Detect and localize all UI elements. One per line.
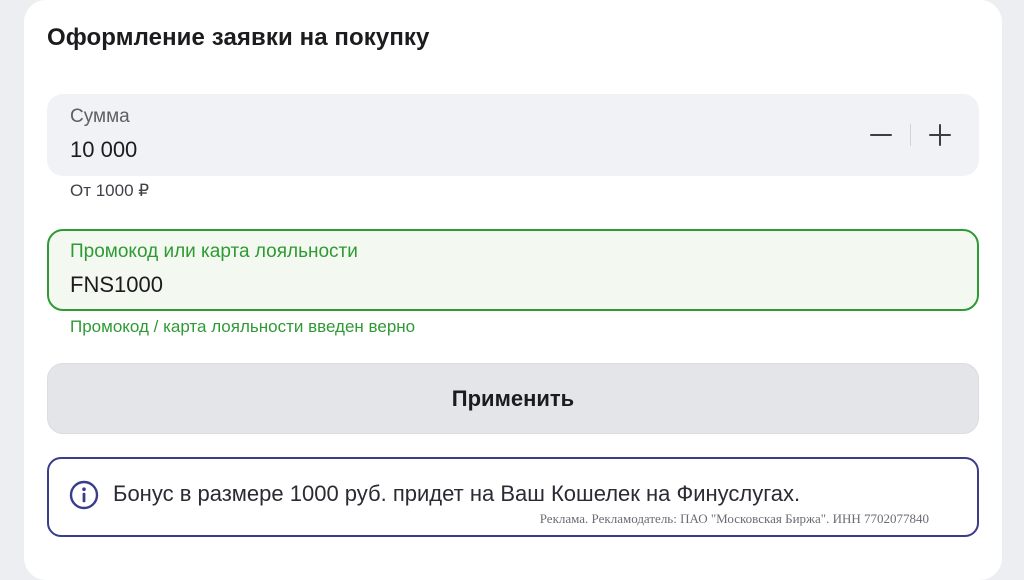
promo-code-field[interactable]: Промокод или карта лояльности FNS1000 (47, 229, 979, 311)
promo-code-status: Промокод / карта лояльности введен верно (70, 317, 416, 336)
increment-button[interactable] (923, 116, 957, 154)
bonus-info-box: Бонус в размере 1000 руб. придет на Ваш … (47, 457, 979, 537)
promo-code-label: Промокод или карта лояльности (70, 241, 358, 262)
page-title: Оформление заявки на покупку (47, 24, 430, 51)
minus-icon (870, 134, 892, 136)
stepper-divider (910, 124, 911, 146)
bonus-text: Бонус в размере 1000 руб. придет на Ваш … (113, 481, 801, 506)
apply-button[interactable]: Применить (47, 363, 979, 434)
info-icon (69, 480, 99, 510)
amount-label: Сумма (70, 106, 130, 127)
promo-code-input[interactable]: FNS1000 (70, 272, 163, 298)
amount-stepper (864, 116, 957, 154)
amount-field[interactable]: Сумма 10 000 (47, 94, 979, 176)
ad-disclaimer: Реклама. Рекламодатель: ПАО "Московская … (539, 511, 929, 526)
amount-input[interactable]: 10 000 (70, 137, 137, 163)
decrement-button[interactable] (864, 116, 898, 154)
amount-hint: От 1000 ₽ (70, 181, 150, 200)
